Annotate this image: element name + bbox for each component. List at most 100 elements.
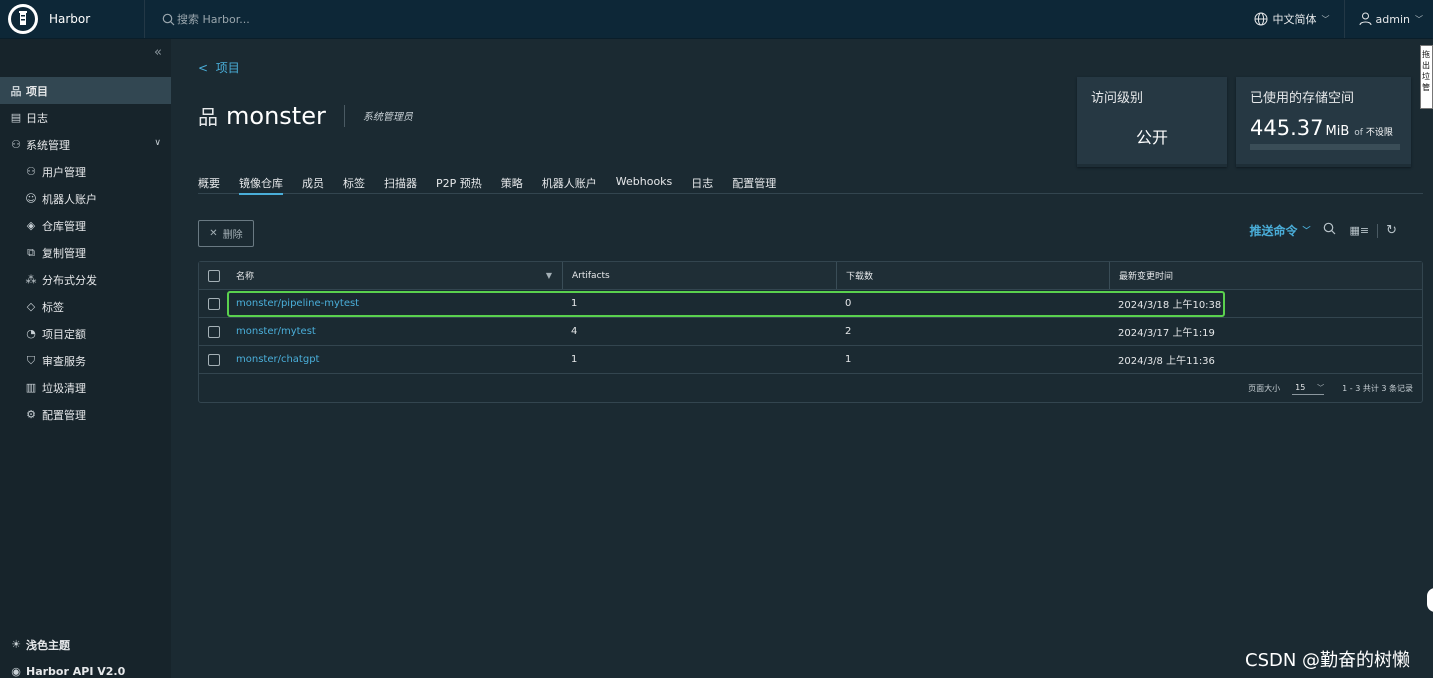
repository-table: 名称 ▼ Artifacts 下载数 最新变更时间 monster/pipeli…: [198, 261, 1423, 403]
brand[interactable]: Harbor: [0, 0, 145, 38]
global-search[interactable]: [145, 12, 377, 26]
shield-icon: ⛉: [26, 353, 36, 367]
sidebar-item-registries[interactable]: ◈ 仓库管理: [0, 212, 171, 239]
log-icon: ▤: [10, 111, 22, 124]
table-row[interactable]: monster/mytest 4 2 2024/3/17 上午1:19: [199, 318, 1422, 346]
tab-robot-accounts[interactable]: 机器人账户: [542, 175, 597, 194]
tab-scanner[interactable]: 扫描器: [384, 175, 417, 194]
column-updated[interactable]: 最新变更时间: [1109, 262, 1422, 289]
updated-time: 2024/3/18 上午10:38: [1118, 300, 1222, 311]
repo-name-link[interactable]: monster/mytest: [228, 318, 562, 345]
table-row[interactable]: monster/pipeline-mytest 1 0 2024/3/18 上午…: [199, 290, 1422, 318]
sidebar-item-label: 用户管理: [42, 165, 86, 179]
row-checkbox[interactable]: [207, 297, 220, 310]
chevron-down-icon: ﹀: [1302, 226, 1311, 235]
tab-logs[interactable]: 日志: [691, 175, 713, 194]
search-icon[interactable]: [1323, 222, 1336, 239]
project-tabs: 概要 镜像仓库 成员 标签 扫描器 P2P 预热 策略 机器人账户 Webhoo…: [198, 175, 1423, 195]
floating-button[interactable]: [1427, 588, 1433, 612]
theme-toggle[interactable]: ☀ 浅色主题: [0, 631, 171, 658]
gear-icon: ⚙: [26, 408, 36, 421]
sidebar-item-robots[interactable]: ☺ 机器人账户: [0, 185, 171, 212]
storage-value: 445.37 MiB of 不设限: [1250, 116, 1397, 140]
page-size-label: 页面大小: [1248, 383, 1281, 393]
sidebar-item-logs[interactable]: ▤ 日志: [0, 104, 171, 131]
search-icon: [162, 13, 175, 25]
column-artifacts[interactable]: Artifacts: [562, 262, 836, 289]
storage-unit: MiB: [1325, 124, 1350, 139]
api-link[interactable]: ◉ Harbor API V2.0: [0, 658, 171, 678]
sidebar-item-configuration[interactable]: ⚙ 配置管理: [0, 401, 171, 428]
close-icon: ✕: [209, 228, 218, 239]
column-downloads[interactable]: 下载数: [836, 262, 1109, 289]
row-checkbox[interactable]: [207, 325, 220, 338]
storage-bar: [1250, 144, 1400, 150]
pagination-summary: 1 - 3 共计 3 条记录: [1342, 383, 1413, 393]
storage-limit: 不设限: [1365, 128, 1393, 138]
sidebar-item-label: 配置管理: [42, 408, 86, 422]
project-name: monster: [226, 101, 326, 130]
user-menu[interactable]: admin ﹀: [1343, 0, 1433, 38]
theme-label: 浅色主题: [26, 638, 70, 652]
sidebar-item-users[interactable]: ⚇ 用户管理: [0, 158, 171, 185]
language-selector[interactable]: 中文简体 ﹀: [1240, 0, 1344, 38]
tab-policy[interactable]: 策略: [501, 175, 523, 194]
search-input[interactable]: [177, 12, 377, 26]
watermark: CSDN @勤奋的树懒: [1245, 650, 1411, 671]
tag-icon: ◇: [26, 300, 36, 313]
repo-name-link[interactable]: monster/pipeline-mytest: [228, 290, 562, 317]
replication-icon: ⧉: [27, 245, 35, 259]
sidebar: « 品 项目 ▤ 日志 ⚇ 系统管理 ∨ ⚇ 用户管理 ☺ 机器人账户 ◈ 仓库…: [0, 39, 171, 678]
tab-configuration[interactable]: 配置管理: [732, 175, 776, 194]
updated-time: 2024/3/17 上午1:19: [1118, 328, 1215, 339]
artifacts-count: 1: [571, 354, 578, 365]
sidebar-item-labels[interactable]: ◇ 标签: [0, 293, 171, 320]
side-widget[interactable]: 拖出垃管: [1420, 45, 1433, 109]
repo-name-link[interactable]: monster/chatgpt: [228, 346, 562, 373]
project-role: 系统管理员: [362, 112, 413, 123]
delete-label: 删除: [222, 230, 243, 241]
chevron-down-icon: ﹀: [1415, 14, 1423, 24]
sidebar-item-replication[interactable]: ⧉ 复制管理: [0, 239, 171, 266]
push-command-label: 推送命令: [1249, 224, 1298, 238]
back-link[interactable]: < 项目: [198, 59, 240, 76]
tab-p2p-preheat[interactable]: P2P 预热: [436, 175, 482, 194]
chevron-down-icon: ﹀: [1321, 14, 1330, 24]
tab-labels[interactable]: 标签: [343, 175, 365, 194]
sidebar-item-interrogation[interactable]: ⛉ 审查服务: [0, 347, 171, 374]
tab-summary[interactable]: 概要: [198, 175, 220, 194]
quota-icon: ◔: [26, 327, 36, 340]
sidebar-item-label: 日志: [26, 111, 48, 125]
sidebar-item-quotas[interactable]: ◔ 项目定额: [0, 320, 171, 347]
refresh-icon[interactable]: ↻: [1386, 223, 1397, 238]
storage-of: of: [1354, 128, 1363, 138]
page-size-value: 15: [1295, 383, 1306, 392]
page-size-select[interactable]: 15 ﹀: [1292, 381, 1325, 395]
row-select-cell: [199, 290, 228, 317]
filter-icon[interactable]: ▼: [546, 271, 552, 280]
push-command-dropdown[interactable]: 推送命令 ﹀: [1249, 222, 1310, 239]
user-icon: [1359, 12, 1372, 26]
sidebar-item-gc[interactable]: ▥ 垃圾清理: [0, 374, 171, 401]
harbor-logo-icon: [8, 4, 38, 34]
row-checkbox[interactable]: [207, 353, 220, 366]
delete-button[interactable]: ✕ 删除: [198, 220, 254, 247]
collapse-sidebar-icon[interactable]: «: [154, 45, 162, 60]
tab-repositories[interactable]: 镜像仓库: [239, 175, 283, 195]
select-all-checkbox[interactable]: [207, 269, 220, 282]
view-toggle-icon[interactable]: ▦≡: [1349, 224, 1369, 237]
trash-icon: ▥: [25, 381, 37, 394]
sidebar-item-admin[interactable]: ⚇ 系统管理 ∨: [0, 131, 171, 158]
table-row[interactable]: monster/chatgpt 1 1 2024/3/8 上午11:36: [199, 346, 1422, 374]
tab-members[interactable]: 成员: [302, 175, 324, 194]
row-select-cell: [199, 318, 228, 345]
access-level-value: 公开: [1135, 128, 1168, 147]
artifacts-count: 4: [571, 326, 578, 337]
sidebar-item-label: 垃圾清理: [42, 381, 86, 395]
sidebar-item-label: 分布式分发: [42, 273, 97, 287]
sidebar-item-projects[interactable]: 品 项目: [0, 77, 171, 104]
access-card-title: 访问级别: [1091, 91, 1144, 106]
column-name[interactable]: 名称 ▼: [228, 262, 562, 289]
sidebar-item-distribution[interactable]: ⁂ 分布式分发: [0, 266, 171, 293]
tab-webhooks[interactable]: Webhooks: [616, 175, 673, 194]
